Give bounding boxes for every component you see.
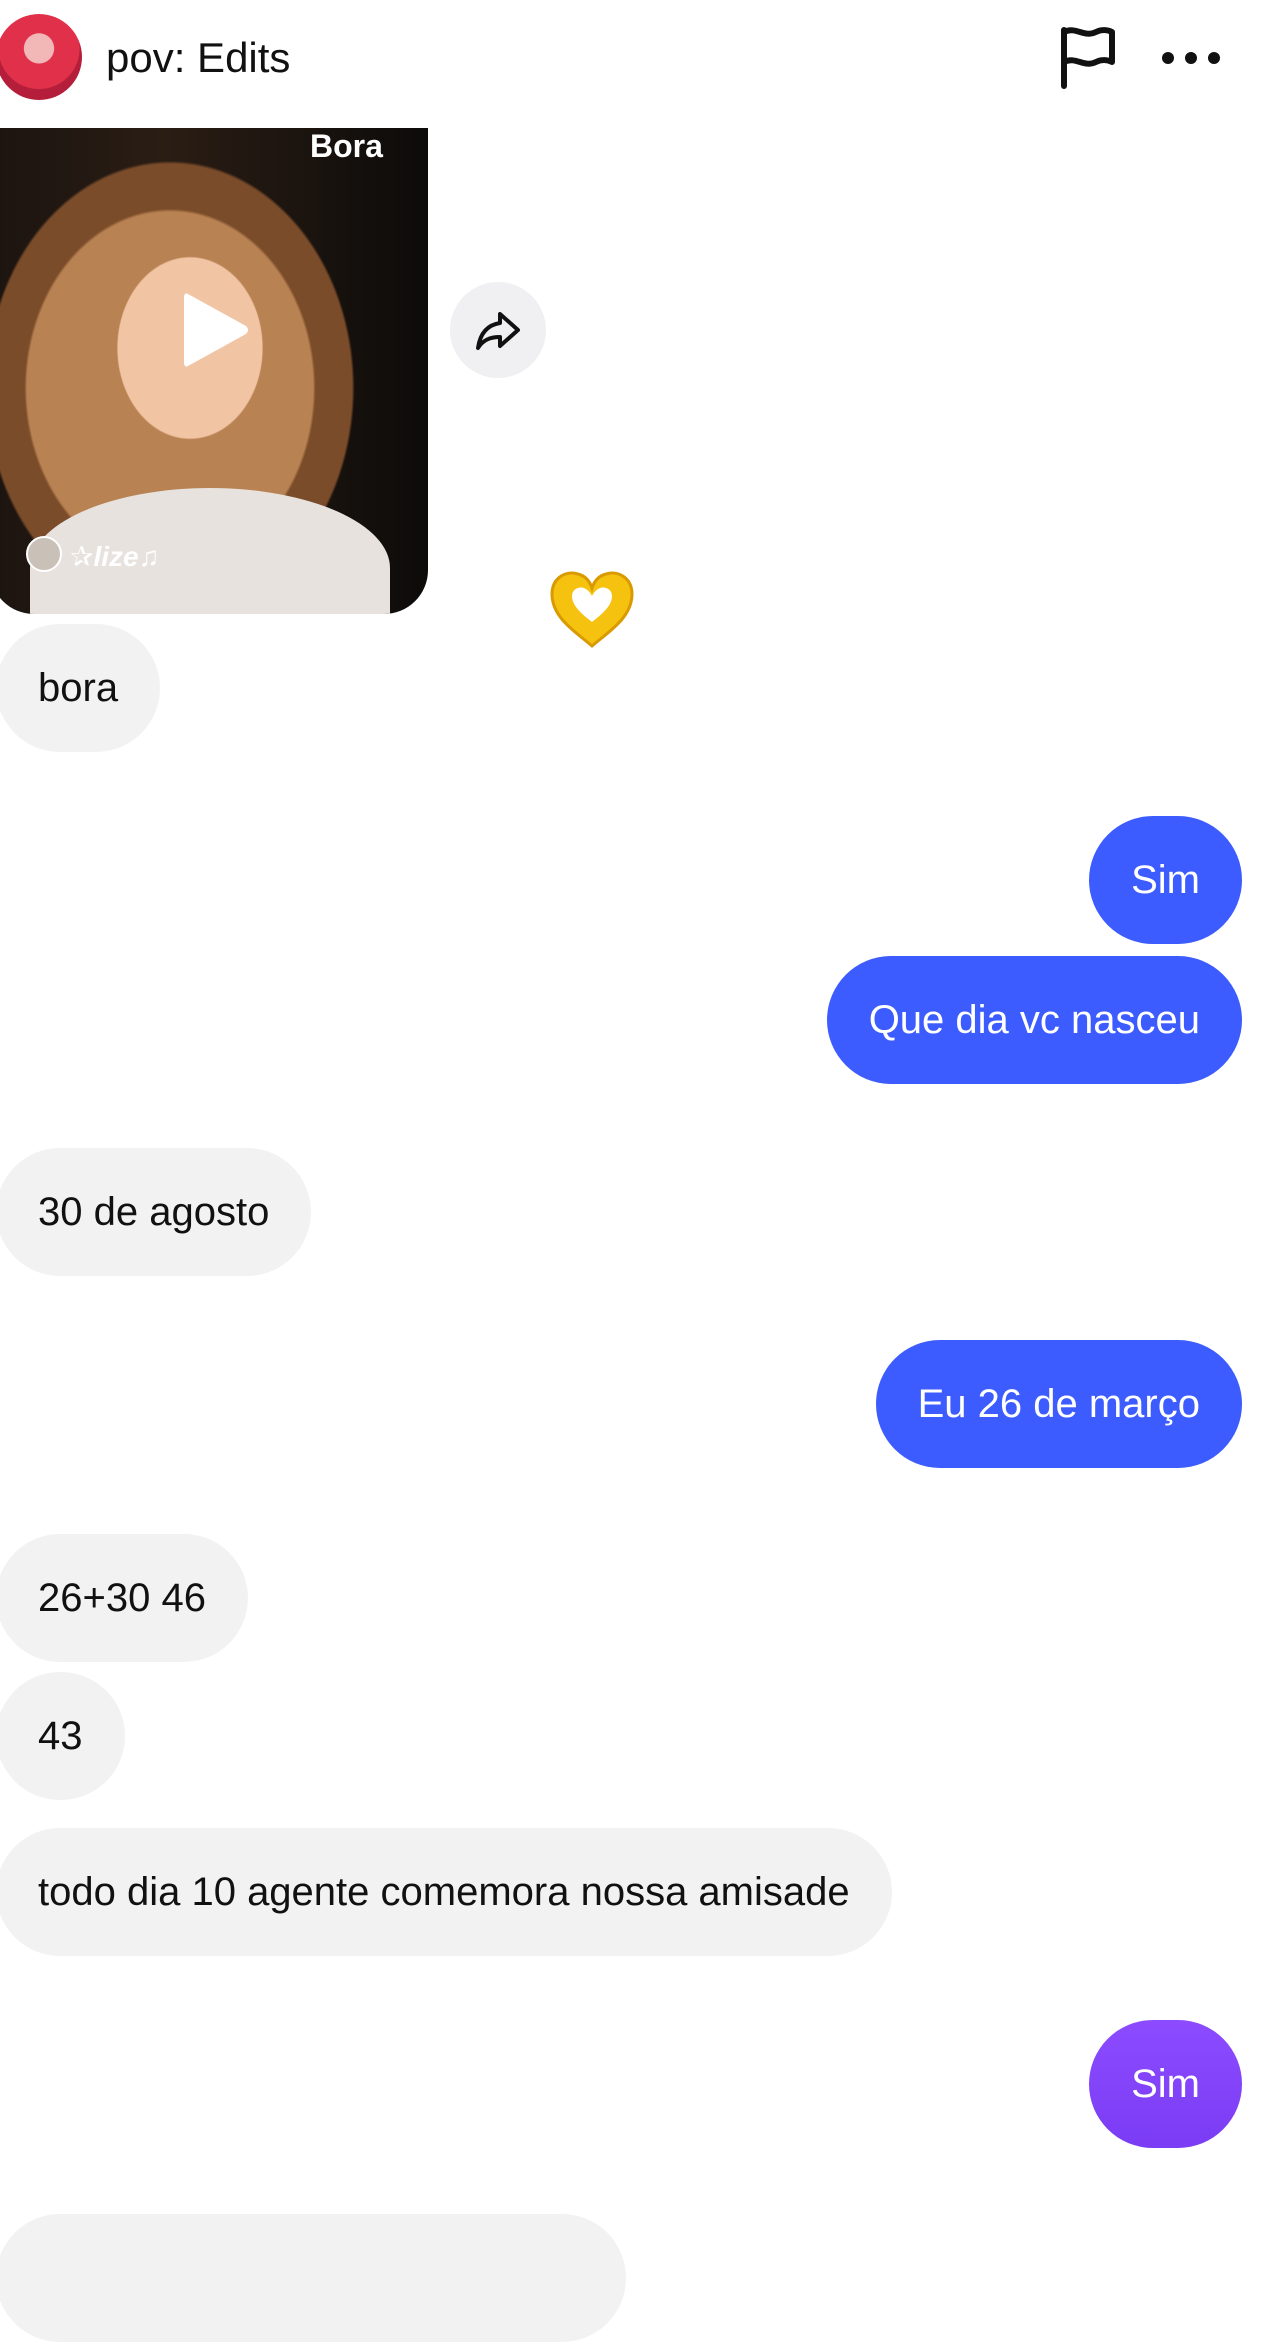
message-incoming[interactable]: todo dia 10 agente comemora nossa amisad… bbox=[0, 1828, 892, 1956]
message-incoming[interactable]: 43 bbox=[0, 1672, 125, 1800]
avatar[interactable] bbox=[0, 14, 82, 100]
message-incoming-partial[interactable] bbox=[0, 2214, 626, 2342]
message-incoming[interactable]: 30 de agosto bbox=[0, 1148, 312, 1276]
play-icon[interactable] bbox=[180, 288, 252, 372]
video-watermark: ✰lize♫ bbox=[70, 541, 160, 572]
message-outgoing[interactable]: Sim bbox=[1089, 816, 1242, 944]
chat-header: pov: Edits bbox=[0, 0, 1264, 120]
share-button[interactable] bbox=[450, 282, 546, 378]
more-icon[interactable] bbox=[1160, 38, 1222, 78]
heart-hands-icon[interactable] bbox=[546, 566, 638, 650]
chat-title[interactable]: pov: Edits bbox=[106, 34, 290, 82]
message-outgoing-latest[interactable]: Sim bbox=[1089, 2020, 1242, 2148]
watermark-avatar bbox=[26, 536, 62, 572]
shared-video-card[interactable]: Bora ✰lize♫ bbox=[0, 128, 428, 614]
video-caption: Bora bbox=[310, 128, 383, 164]
message-incoming[interactable]: 26+30 46 bbox=[0, 1534, 248, 1662]
flag-icon[interactable] bbox=[1054, 24, 1118, 90]
share-icon bbox=[476, 312, 520, 350]
message-incoming[interactable]: bora bbox=[0, 624, 161, 752]
message-outgoing[interactable]: Que dia vc nasceu bbox=[826, 956, 1242, 1084]
message-outgoing[interactable]: Eu 26 de março bbox=[875, 1340, 1242, 1468]
